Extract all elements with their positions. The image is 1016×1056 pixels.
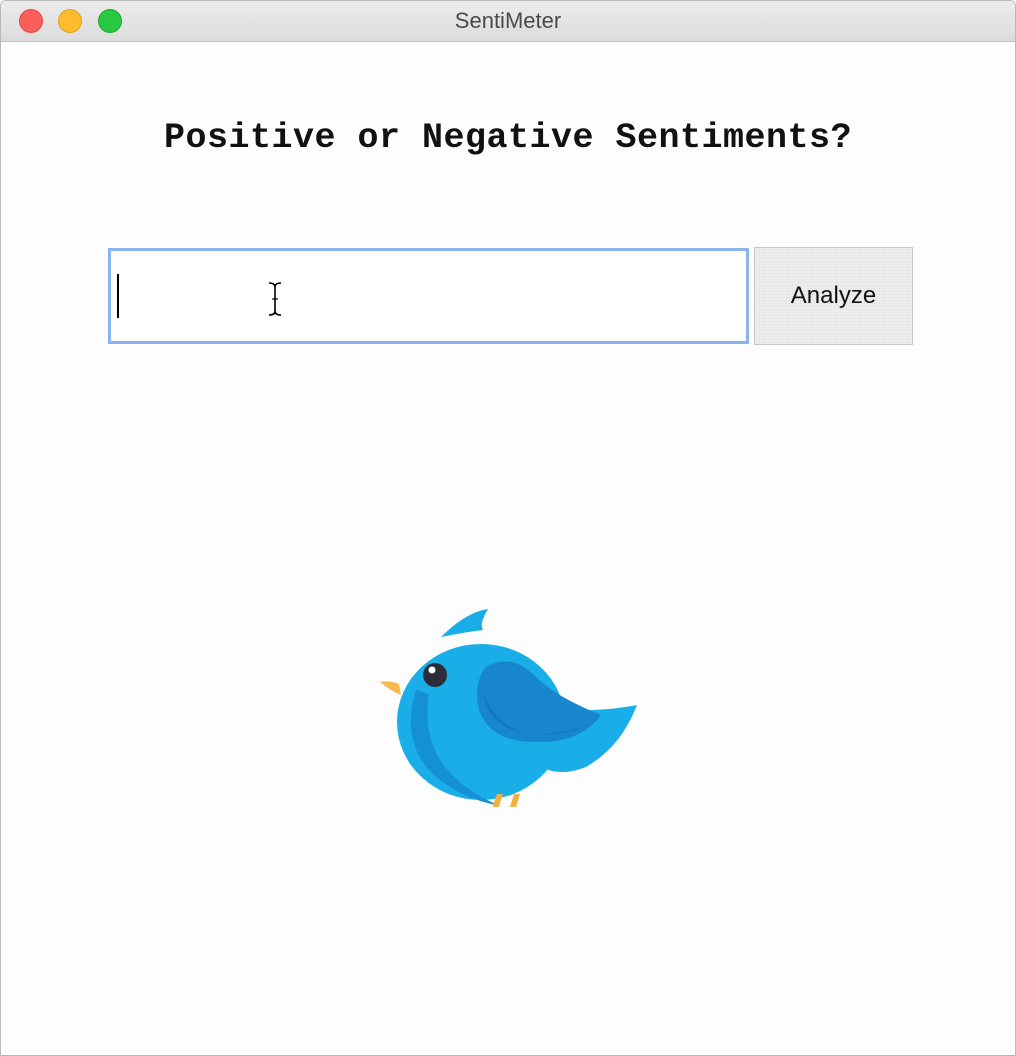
title-bar: SentiMeter — [1, 1, 1015, 42]
analyze-button[interactable]: Analyze — [754, 247, 913, 345]
app-window: SentiMeter Positive or Negative Sentimen… — [0, 0, 1016, 1056]
sentiment-input[interactable] — [111, 251, 746, 341]
window-title: SentiMeter — [454, 8, 562, 33]
page-title: Positive or Negative Sentiments? — [163, 118, 853, 158]
main-content: Positive or Negative Sentiments? Analyze — [1, 42, 1015, 1055]
ibeam-cursor-icon — [268, 282, 282, 316]
sentiment-input-field[interactable] — [108, 248, 749, 344]
text-caret — [117, 274, 119, 318]
bird-icon — [380, 609, 637, 807]
